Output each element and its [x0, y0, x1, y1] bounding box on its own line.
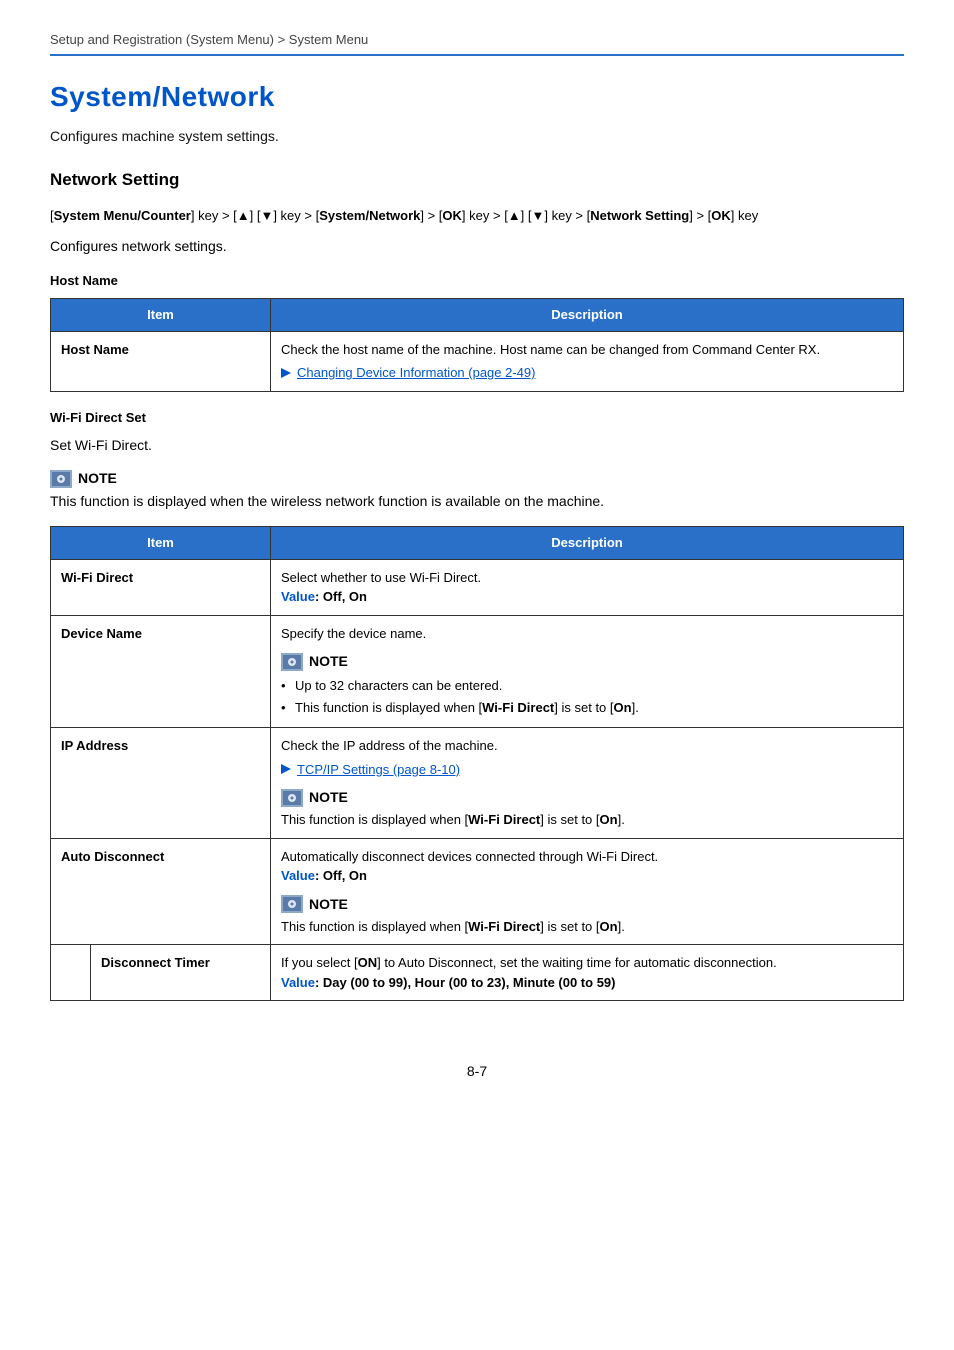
hostname-desc: Check the host name of the machine. Host… [281, 340, 893, 360]
wifi-heading: Wi-Fi Direct Set [50, 408, 904, 428]
wifi-table: Item Description Wi-Fi Direct Select whe… [50, 526, 904, 1001]
note-icon [281, 789, 303, 807]
auto-disconnect-item: Auto Disconnect [51, 838, 271, 945]
col-desc: Description [271, 527, 904, 560]
page-title: System/Network [50, 76, 904, 118]
table-row: Auto Disconnect Automatically disconnect… [51, 838, 904, 945]
note-icon [50, 470, 72, 488]
col-item: Item [51, 527, 271, 560]
disconnect-timer-desc-cell: If you select [ON] to Auto Disconnect, s… [271, 945, 904, 1001]
col-item: Item [51, 299, 271, 332]
note-header: NOTE [50, 468, 904, 489]
hostname-heading: Host Name [50, 271, 904, 291]
wifi-direct-desc-cell: Select whether to use Wi-Fi Direct. Valu… [271, 559, 904, 615]
nav-path: [System Menu/Counter] key > [▲] [▼] key … [50, 206, 904, 226]
auto-disconnect-desc-cell: Automatically disconnect devices connect… [271, 838, 904, 945]
note-icon [281, 653, 303, 671]
table-row: IP Address Check the IP address of the m… [51, 728, 904, 839]
ip-address-item: IP Address [51, 728, 271, 839]
page-number: 8-7 [50, 1061, 904, 1082]
arrow-icon [281, 764, 291, 774]
network-setting-heading: Network Setting [50, 167, 904, 193]
note-label: NOTE [78, 468, 117, 489]
hostname-link[interactable]: Changing Device Information (page 2-49) [297, 363, 535, 383]
arrow-icon [281, 368, 291, 378]
note-body: This function is displayed when the wire… [50, 491, 904, 512]
hostname-desc-cell: Check the host name of the machine. Host… [271, 331, 904, 391]
table-row: Host Name Check the host name of the mac… [51, 331, 904, 391]
table-row: Wi-Fi Direct Select whether to use Wi-Fi… [51, 559, 904, 615]
network-setting-desc: Configures network settings. [50, 236, 904, 257]
note-icon [281, 895, 303, 913]
hostname-table: Item Description Host Name Check the hos… [50, 298, 904, 392]
wifi-direct-item: Wi-Fi Direct [51, 559, 271, 615]
device-name-desc-cell: Specify the device name. NOTE [271, 615, 904, 728]
table-row: Disconnect Timer If you select [ON] to A… [51, 945, 904, 1001]
disconnect-timer-item: Disconnect Timer [91, 945, 271, 1001]
table-row: Device Name Specify the device name. [51, 615, 904, 728]
hostname-item: Host Name [51, 331, 271, 391]
col-desc: Description [271, 299, 904, 332]
breadcrumb: Setup and Registration (System Menu) > S… [50, 30, 904, 56]
wifi-desc: Set Wi-Fi Direct. [50, 435, 904, 456]
device-name-item: Device Name [51, 615, 271, 728]
tcpip-link[interactable]: TCP/IP Settings (page 8-10) [297, 760, 460, 780]
ip-address-desc-cell: Check the IP address of the machine. TCP… [271, 728, 904, 839]
intro-text: Configures machine system settings. [50, 126, 904, 147]
